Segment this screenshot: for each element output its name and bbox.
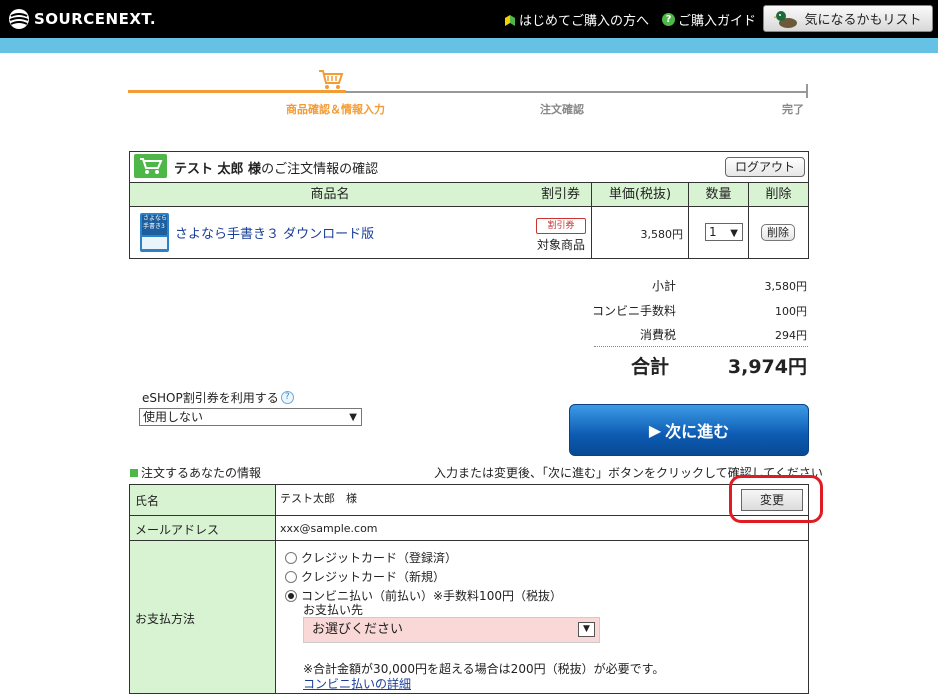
pay-to-value: お選びください: [312, 622, 404, 637]
question-icon: ?: [662, 13, 675, 26]
progress-line-done: [128, 90, 346, 93]
subtotal-label: 小計: [651, 279, 676, 293]
radio-button[interactable]: [285, 551, 297, 564]
col-coupon: 割引券: [540, 187, 580, 202]
progress-end-mark: [806, 84, 808, 98]
chevron-down-icon: ▼: [349, 412, 357, 423]
wishlist-button[interactable]: 気になるかもリスト: [763, 5, 933, 32]
beginner-mark-icon: [505, 14, 515, 26]
chevron-down-icon: ▼: [730, 228, 738, 239]
duck-icon: [774, 10, 798, 28]
purchase-guide-label: ご購入ガイド: [678, 14, 757, 29]
fee-label: コンビニ手数料: [591, 304, 676, 318]
customer-info-heading: 注文するあなたの情報: [130, 464, 261, 481]
convenience-payment-details-link[interactable]: コンビニ払いの詳細: [303, 675, 411, 692]
quantity-value: 1: [709, 225, 717, 239]
row-divider: [130, 540, 808, 541]
tax-value: 294円: [775, 329, 807, 342]
payment-label: お支払方法: [135, 612, 196, 626]
order-title: テスト 太郎 様のご注文情報の確認: [174, 158, 378, 177]
order-cart-icon: [134, 154, 167, 178]
coupon-eligible-label: 対象商品: [537, 238, 586, 252]
logo-mark-icon: [9, 9, 29, 29]
coupon-ticket-icon: 割引券: [536, 218, 586, 234]
label-divider: [275, 485, 276, 693]
order-title-suffix: のご注文情報の確認: [261, 162, 379, 177]
row-divider: [130, 515, 808, 516]
product-box-icon: さよなら手書き3: [140, 213, 169, 252]
payment-option-credit-registered[interactable]: クレジットカード（登録済）: [285, 549, 457, 566]
col-divider: [688, 182, 689, 259]
chevron-down-icon: ▼: [578, 622, 595, 637]
radio-button[interactable]: [285, 570, 297, 583]
logout-button[interactable]: ログアウト: [725, 157, 805, 177]
quantity-select[interactable]: 1 ▼: [705, 223, 743, 241]
step-complete: 完了: [782, 103, 804, 116]
col-product-name: 商品名: [310, 187, 350, 202]
play-arrow-icon: ▶: [648, 420, 662, 440]
unit-price: 3,580円: [640, 228, 684, 241]
header-band: [0, 38, 938, 53]
highlight-annotation: [729, 475, 823, 523]
col-unit-price: 単価(税抜): [608, 187, 672, 202]
total-value: 3,974円: [727, 356, 807, 378]
progress-line-remaining: [346, 91, 808, 93]
step-product-confirm: 商品確認＆情報入力: [286, 103, 385, 116]
total-label: 合計: [631, 356, 670, 378]
eshop-coupon-select[interactable]: 使用しない ▼: [139, 408, 362, 426]
eshop-coupon-text: eSHOP割引券を利用する: [142, 391, 279, 405]
col-divider: [748, 182, 749, 259]
delete-button[interactable]: 削除: [761, 224, 795, 241]
cart-icon: [319, 70, 344, 89]
payment-option-label: クレジットカード（新規）: [301, 570, 446, 584]
green-square-icon: [130, 468, 138, 477]
payment-option-credit-new[interactable]: クレジットカード（新規）: [285, 568, 445, 585]
name-value: テスト太郎 様: [280, 492, 357, 505]
step-order-confirm: 注文確認: [540, 103, 584, 116]
radio-button-selected[interactable]: [285, 589, 297, 602]
fee-value: 100円: [775, 305, 807, 318]
pay-to-select[interactable]: お選びください ▼: [303, 617, 600, 643]
sourcenext-logo[interactable]: SOURCENEXT.: [8, 8, 156, 30]
next-button[interactable]: ▶ 次に進む: [569, 404, 809, 456]
eshop-coupon-value: 使用しない: [143, 410, 204, 424]
purchase-guide-link[interactable]: ? ご購入ガイド: [662, 10, 756, 29]
col-delete: 削除: [765, 187, 792, 202]
email-value: xxx@sample.com: [280, 522, 378, 535]
email-label: メールアドレス: [135, 523, 220, 537]
pay-to-label: お支払い先: [303, 603, 364, 617]
first-time-buyer-link[interactable]: はじめてご購入の方へ: [504, 10, 649, 29]
col-quantity: 数量: [705, 187, 732, 202]
subtotal-value: 3,580円: [764, 280, 808, 293]
first-time-buyer-label: はじめてご購入の方へ: [519, 14, 650, 29]
next-button-label: 次に進む: [665, 422, 730, 441]
logo-text: SOURCENEXT.: [34, 10, 157, 28]
col-divider: [591, 182, 592, 259]
eshop-coupon-label: eSHOP割引券を利用する ?: [142, 389, 294, 406]
wishlist-label: 気になるかもリスト: [804, 13, 922, 28]
name-label: 氏名: [135, 494, 160, 508]
customer-name: テスト 太郎 様: [174, 162, 262, 177]
total-divider: [594, 346, 808, 347]
product-name-link[interactable]: さよなら手書き３ ダウンロード版: [175, 223, 374, 242]
payment-option-label: クレジットカード（登録済）: [301, 551, 458, 565]
customer-info-heading-text: 注文するあなたの情報: [141, 466, 262, 480]
tax-label: 消費税: [639, 328, 676, 342]
help-icon[interactable]: ?: [280, 391, 294, 404]
